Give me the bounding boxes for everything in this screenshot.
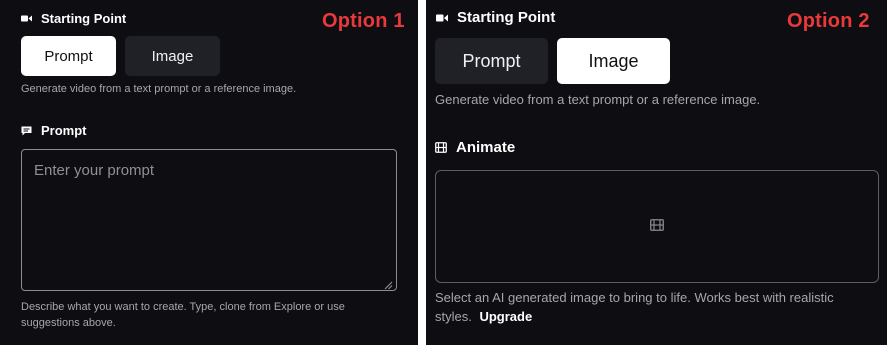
starting-point-helper: Generate video from a text prompt or a r… (435, 92, 761, 107)
image-tab[interactable]: Image (557, 38, 670, 84)
prompt-tab[interactable]: Prompt (21, 36, 116, 76)
prompt-input[interactable]: Enter your prompt (21, 149, 397, 291)
starting-point-heading: Starting Point (436, 9, 555, 26)
option-label: Option 2 (787, 10, 870, 32)
animate-title: Animate (456, 139, 516, 156)
film-icon (650, 218, 664, 236)
prompt-placeholder: Enter your prompt (34, 162, 155, 179)
prompt-heading: Prompt (21, 123, 87, 138)
video-camera-icon (21, 14, 32, 23)
image-dropzone[interactable] (435, 170, 879, 283)
option-2-panel: Starting Point Option 2 Prompt Image Gen… (426, 0, 887, 345)
option-1-panel: Starting Point Option 1 Prompt Image Gen… (0, 0, 418, 345)
upgrade-link[interactable]: Upgrade (479, 309, 532, 324)
prompt-title: Prompt (41, 123, 87, 138)
starting-point-title: Starting Point (41, 11, 127, 26)
video-camera-icon (436, 13, 448, 23)
starting-point-helper: Generate video from a text prompt or a r… (21, 83, 297, 95)
prompt-helper: Describe what you want to create. Type, … (21, 301, 345, 329)
starting-point-toggle: Prompt Image (21, 36, 220, 76)
option-label: Option 1 (322, 10, 405, 32)
starting-point-toggle: Prompt Image (435, 38, 670, 84)
film-icon (435, 142, 447, 153)
starting-point-title: Starting Point (457, 9, 556, 26)
image-tab[interactable]: Image (125, 36, 220, 76)
animate-helper: Select an AI generated image to bring to… (435, 289, 855, 327)
starting-point-heading: Starting Point (21, 11, 126, 26)
prompt-tab[interactable]: Prompt (435, 38, 548, 84)
message-icon (21, 126, 32, 136)
animate-heading: Animate (435, 139, 515, 156)
resize-handle-icon[interactable] (383, 277, 393, 290)
